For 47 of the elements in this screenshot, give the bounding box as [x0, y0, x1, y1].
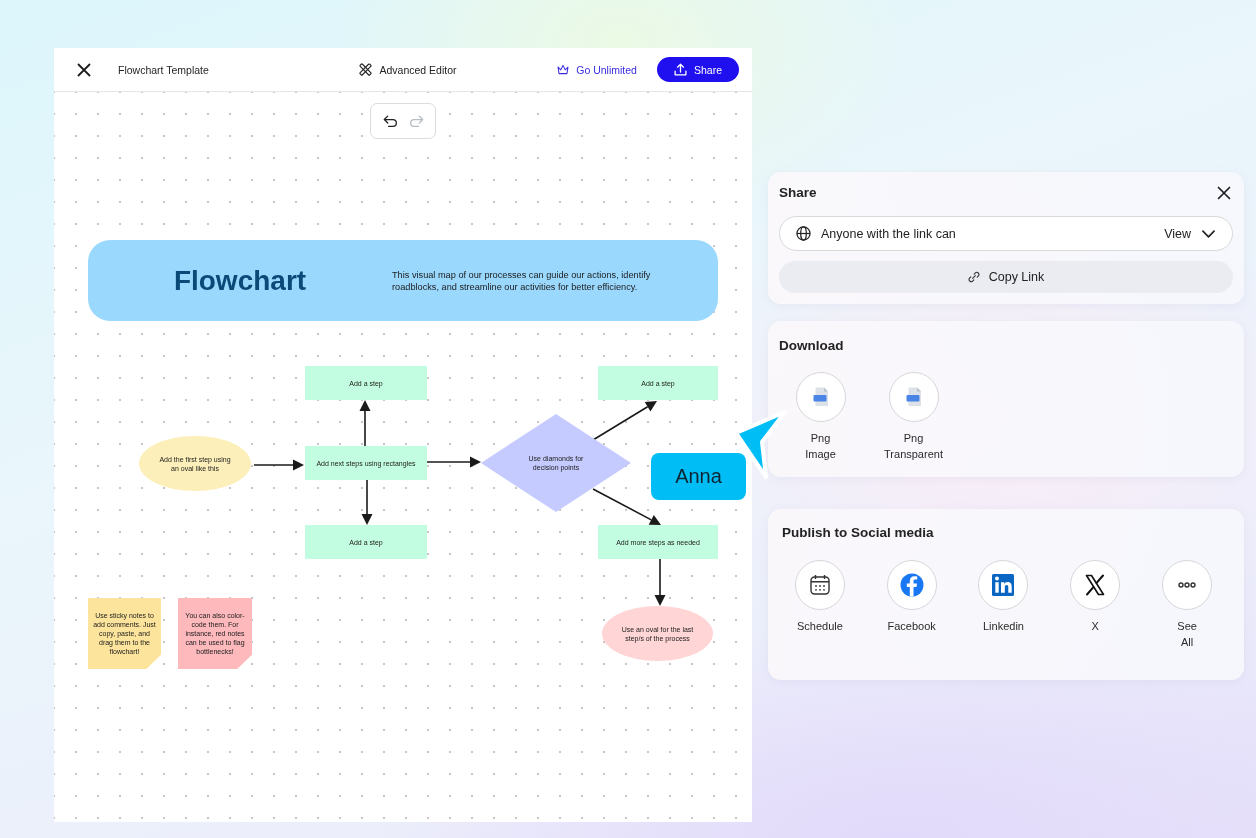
close-button[interactable]: [77, 62, 91, 77]
calendar-icon: [794, 560, 845, 610]
arrow: [592, 401, 657, 441]
link-icon: [967, 271, 980, 283]
x-logo-icon: [1070, 560, 1121, 610]
close-icon: [77, 62, 91, 77]
arrow: [654, 558, 666, 606]
more-icon: [1162, 560, 1213, 610]
access-label: Anyone with the link can: [821, 226, 957, 241]
linkedin-icon: [978, 560, 1029, 610]
advanced-editor-button[interactable]: Advanced Editor: [359, 63, 457, 76]
arrow: [592, 488, 661, 525]
permission-dropdown[interactable]: View: [1164, 226, 1215, 241]
copy-link-button[interactable]: Copy Link: [779, 261, 1233, 293]
document-title: Flowchart Template: [118, 63, 209, 76]
see-all-button[interactable]: See All: [1141, 560, 1233, 650]
collaborator-name-tag: Anna: [651, 453, 746, 500]
redo-icon: [408, 114, 424, 128]
globe-icon: [796, 226, 811, 241]
panel-title: Share: [779, 184, 817, 202]
chevron-down-icon: [1202, 229, 1215, 238]
arrow: [361, 479, 373, 525]
panel-title: Publish to Social media: [782, 524, 934, 542]
banner-title: Flowchart: [172, 264, 308, 297]
undo-icon: [382, 114, 398, 128]
schedule-button[interactable]: Schedule: [774, 560, 866, 650]
linkedin-share-button[interactable]: Linkedin: [957, 560, 1050, 650]
close-button[interactable]: [1217, 186, 1231, 200]
undo-button[interactable]: [382, 114, 398, 128]
file-icon: [888, 372, 939, 422]
upload-icon: [673, 63, 687, 76]
panel-title: Download: [779, 337, 844, 355]
pencil-ruler-icon: [359, 63, 373, 76]
arrow: [253, 459, 304, 471]
arrow: [359, 400, 371, 447]
facebook-share-button[interactable]: Facebook: [865, 560, 958, 650]
file-icon: [795, 372, 846, 422]
share-button[interactable]: Share: [656, 57, 739, 82]
banner-description: This visual map of our processes can guide our actions, identify roadblocks, and streamline our activities for better efficiency.: [392, 268, 652, 293]
arrow: [426, 456, 481, 468]
go-unlimited-link[interactable]: Go Unlimited: [557, 63, 637, 76]
crown-icon: [557, 64, 570, 75]
facebook-icon: [886, 560, 937, 610]
download-option-button[interactable]: Png Image: [774, 372, 867, 462]
download-option-button[interactable]: Png Transparent: [867, 372, 960, 462]
x-share-button[interactable]: X: [1049, 560, 1142, 650]
close-icon: [1217, 186, 1231, 200]
